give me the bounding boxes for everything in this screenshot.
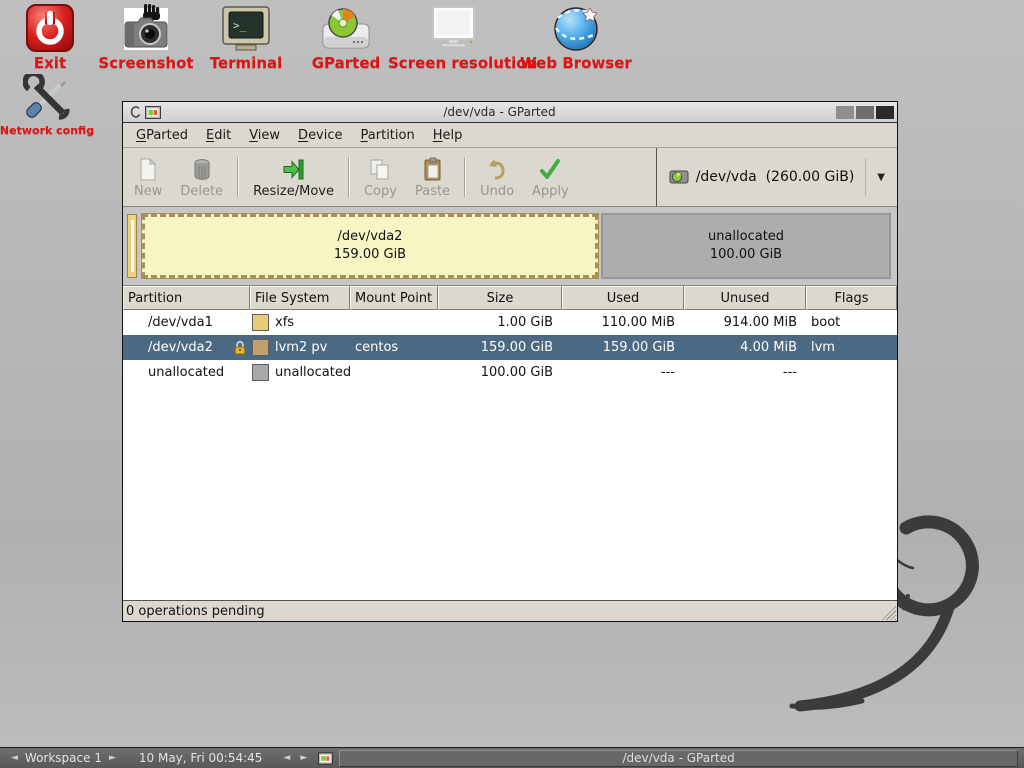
workspace-label: Workspace 1 <box>23 751 104 765</box>
maximize-button[interactable] <box>856 106 874 119</box>
filesystem-color-swatch <box>252 339 269 356</box>
column-header-filesystem[interactable]: File System <box>250 286 350 310</box>
column-header-used[interactable]: Used <box>562 286 684 310</box>
desktop-icon-web-browser[interactable]: Web Browser <box>511 2 641 72</box>
copy-icon <box>368 157 392 183</box>
device-name: /dev/vda <box>696 169 757 185</box>
resize-grip[interactable] <box>881 605 896 620</box>
column-header-flags[interactable]: Flags <box>806 286 897 310</box>
partition-size: 100.00 GiB <box>710 246 782 264</box>
partition-name: /dev/vda2 <box>338 228 403 246</box>
desktop-icon-screen-resolution[interactable]: Screen resolution <box>388 2 518 72</box>
paste-button[interactable]: Paste <box>406 148 459 206</box>
tools-icon <box>0 72 112 122</box>
clock: 10 May, Fri 00:54:45 <box>137 751 265 765</box>
delete-partition-icon <box>190 157 214 183</box>
desktop-icon-label: Screen resolution <box>388 54 518 72</box>
monitor-icon <box>388 2 518 52</box>
globe-icon <box>511 2 641 52</box>
task-scroll-right-icon[interactable]: ► <box>295 753 312 763</box>
disk-icon <box>669 169 689 185</box>
delete-button[interactable]: Delete <box>171 148 232 206</box>
partition-block-unallocated[interactable]: unallocated 100.00 GiB <box>601 213 891 279</box>
table-row-vda2-selected[interactable]: /dev/vda2 lvm2 pv centos 159.00 GiB 159.… <box>123 335 897 360</box>
undo-icon <box>485 157 509 183</box>
task-button-gparted[interactable]: /dev/vda - GParted <box>339 750 1018 767</box>
gparted-window: /dev/vda - GParted GParted Edit View Dev… <box>122 101 898 622</box>
debian-swirl-icon <box>129 105 142 120</box>
window-title: /dev/vda - GParted <box>165 105 834 119</box>
filesystem-color-swatch <box>252 364 269 381</box>
paste-icon <box>421 157 445 183</box>
minimize-button[interactable] <box>836 106 854 119</box>
task-scroll-left-icon[interactable]: ◄ <box>278 753 295 763</box>
partition-table: Partition File System Mount Point Size U… <box>123 286 897 600</box>
menu-device[interactable]: Device <box>289 125 351 146</box>
menu-gparted[interactable]: GParted <box>127 125 197 146</box>
new-button[interactable]: New <box>125 148 171 206</box>
apply-button[interactable]: Apply <box>523 148 578 206</box>
column-header-partition[interactable]: Partition <box>123 286 250 310</box>
partition-block-vda2-selected[interactable]: /dev/vda2 159.00 GiB <box>141 213 599 279</box>
desktop-icon-label: Network config <box>0 124 112 137</box>
copy-button[interactable]: Copy <box>355 148 406 206</box>
gparted-task-icon <box>318 752 333 765</box>
pending-operations-text: 0 operations pending <box>126 604 265 619</box>
table-row-unallocated[interactable]: unallocated unallocated 100.00 GiB --- -… <box>123 360 897 385</box>
undo-button[interactable]: Undo <box>471 148 523 206</box>
table-row-vda1[interactable]: /dev/vda1 xfs 1.00 GiB 110.00 MiB 914.00… <box>123 310 897 335</box>
desktop-icon-network-config[interactable]: Network config <box>0 72 112 137</box>
close-button[interactable] <box>876 106 894 119</box>
filesystem-color-swatch <box>252 314 269 331</box>
table-header: Partition File System Mount Point Size U… <box>123 286 897 310</box>
partition-visual-bar: /dev/vda2 159.00 GiB unallocated 100.00 … <box>123 207 897 286</box>
lock-icon <box>233 340 247 356</box>
toolbar-separator <box>348 157 350 197</box>
resize-move-button[interactable]: Resize/Move <box>244 148 343 206</box>
toolbar-separator <box>464 157 466 197</box>
column-header-unused[interactable]: Unused <box>684 286 806 310</box>
chevron-down-icon: ▼ <box>873 172 889 183</box>
device-capacity: (260.00 GiB) <box>766 169 855 185</box>
menu-view[interactable]: View <box>240 125 289 146</box>
desktop: Exit Screenshot <box>0 0 1024 768</box>
titlebar[interactable]: /dev/vda - GParted <box>123 102 897 123</box>
menu-help[interactable]: Help <box>424 125 472 146</box>
device-selector[interactable]: /dev/vda (260.00 GiB) ▼ <box>656 148 895 206</box>
taskbar: ◄ Workspace 1 ► 10 May, Fri 00:54:45 ◄ ►… <box>0 747 1024 768</box>
menubar: GParted Edit View Device Partition Help <box>123 123 897 148</box>
apply-icon <box>538 157 562 183</box>
partition-size: 159.00 GiB <box>334 246 406 264</box>
menu-edit[interactable]: Edit <box>197 125 240 146</box>
partition-block-vda1[interactable] <box>127 214 137 278</box>
partition-name: unallocated <box>708 228 784 246</box>
toolbar-separator <box>237 157 239 197</box>
workspace-next-icon[interactable]: ► <box>104 753 121 763</box>
column-header-size[interactable]: Size <box>438 286 562 310</box>
statusbar: 0 operations pending <box>123 600 897 621</box>
menu-partition[interactable]: Partition <box>352 125 424 146</box>
toolbar: New Delete Resize/Move <box>123 148 897 207</box>
new-partition-icon <box>136 157 160 183</box>
desktop-icon-label: Web Browser <box>511 54 641 72</box>
gparted-window-icon <box>145 106 161 119</box>
svg-text:>_: >_ <box>233 19 247 32</box>
resize-move-icon <box>281 157 307 183</box>
column-header-mountpoint[interactable]: Mount Point <box>350 286 438 310</box>
workspace-prev-icon[interactable]: ◄ <box>6 753 23 763</box>
